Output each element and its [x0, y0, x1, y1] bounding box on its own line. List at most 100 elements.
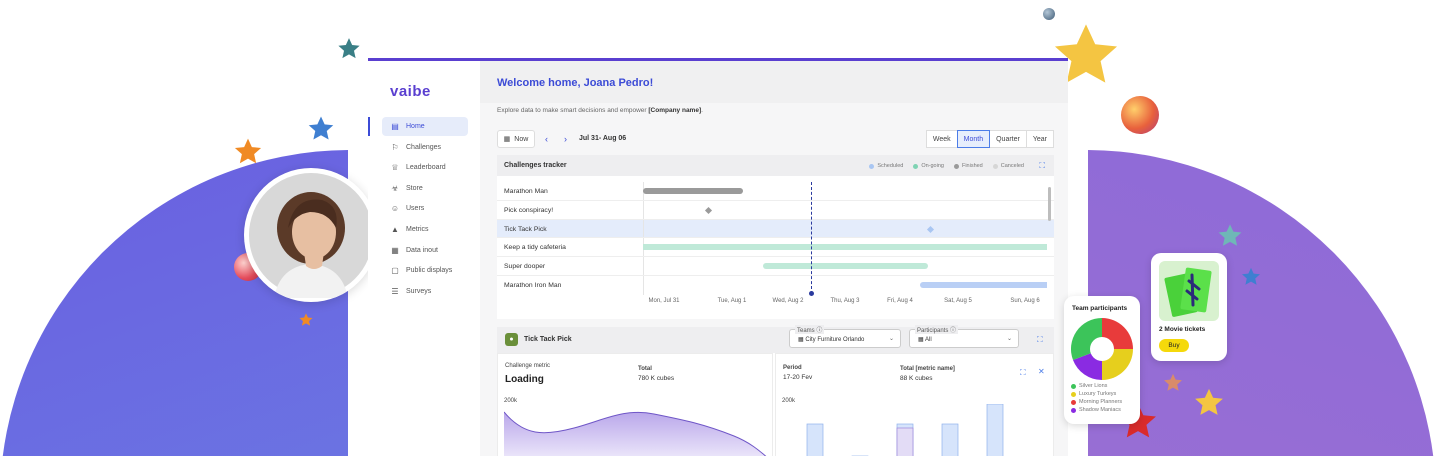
detail-title: Tick Tack Pick	[524, 336, 572, 343]
tracker-row[interactable]: Marathon Iron Man	[497, 275, 1054, 295]
chevron-down-icon: ⌄	[1006, 336, 1012, 342]
sidebar: vaibe ▤ Home ⚐ Challenges ♕ Leaderboard …	[368, 61, 480, 456]
today-marker-dot	[809, 291, 814, 296]
sidebar-item-label: Public displays	[406, 267, 453, 275]
today-marker	[811, 182, 812, 294]
chart-bar[interactable]	[896, 427, 914, 456]
total-label: Total	[638, 366, 652, 372]
subtitle-text: Explore data to make smart decisions and…	[497, 107, 649, 114]
legend-item: Luxury Turkeys	[1071, 390, 1122, 398]
teams-value-text: City Furniture Orlando	[805, 337, 865, 343]
sidebar-item-metrics[interactable]: ▲ Metrics	[382, 220, 468, 239]
sidebar-item-store[interactable]: ☣ Store	[382, 179, 468, 198]
legend-label: Finished	[961, 163, 983, 169]
tracker-date-axis: Mon, Jul 31 Tue, Aug 1 Wed, Aug 2 Thu, A…	[497, 298, 1054, 308]
teams-value: ▦ City Furniture Orlando	[798, 336, 864, 343]
close-icon[interactable]: ✕	[1038, 367, 1045, 376]
date-range: Jul 31- Aug 06	[579, 135, 627, 142]
chart-bar[interactable]	[986, 404, 1004, 456]
buy-button[interactable]: Buy	[1159, 339, 1189, 352]
metric-label: Challenge metric	[505, 363, 551, 369]
now-button[interactable]: ▦ Now	[497, 130, 535, 148]
info-icon: ⓘ	[950, 328, 957, 334]
tracker-rows: Marathon Man Pick conspiracy! Tick Tack …	[497, 182, 1054, 295]
sidebar-item-challenges[interactable]: ⚐ Challenges	[382, 138, 468, 157]
gantt-bar-ongoing[interactable]	[763, 263, 928, 270]
challenges-tracker: Challenges tracker Scheduled On-going Fi…	[497, 155, 1054, 319]
y-axis-top: 200k	[504, 398, 518, 404]
gantt-milestone-scheduled[interactable]	[926, 225, 935, 233]
gantt-bar-finished[interactable]	[643, 188, 743, 194]
movie-ticket-image	[1159, 261, 1219, 321]
teams-caption-text: Teams	[797, 328, 815, 334]
chevron-down-icon: ⌄	[888, 336, 894, 342]
legend-item: Silver Lions	[1071, 382, 1122, 390]
user-avatar	[244, 168, 378, 302]
reward-card: 2 Movie tickets Buy	[1151, 253, 1227, 361]
legend-item: Morning Planners	[1071, 398, 1122, 406]
people-icon: ▦	[918, 337, 924, 343]
period-year[interactable]: Year	[1025, 130, 1054, 148]
period-month[interactable]: Month	[956, 130, 991, 148]
page-subtitle: Explore data to make smart decisions and…	[497, 107, 703, 114]
tracker-row[interactable]: Super dooper	[497, 257, 1054, 276]
tracker-row[interactable]: Pick conspiracy!	[497, 200, 1054, 220]
legend-label: Silver Lions	[1079, 383, 1108, 389]
tracker-row[interactable]: Keep a tidy cafeteria	[497, 238, 1054, 258]
star-decoration-icon	[1242, 267, 1260, 285]
person-flag-icon: ⚐	[391, 142, 399, 152]
sidebar-item-leaderboard[interactable]: ♕ Leaderboard	[382, 158, 468, 177]
sidebar-item-data-input[interactable]: ▦ Data inout	[382, 241, 468, 260]
vaibe-logo[interactable]: vaibe	[390, 83, 431, 100]
app-window: vaibe ▤ Home ⚐ Challenges ♕ Leaderboard …	[368, 58, 1068, 456]
sidebar-nav: ▤ Home ⚐ Challenges ♕ Leaderboard ☣ Stor…	[382, 117, 468, 302]
chevron-right-icon[interactable]: ›	[564, 134, 567, 144]
period-label: Period	[783, 365, 802, 371]
survey-icon: ☰	[391, 286, 399, 296]
gantt-bar-scheduled[interactable]	[920, 281, 1047, 288]
period-quarter[interactable]: Quarter	[989, 130, 1027, 148]
challenge-detail-panel: ● Tick Tack Pick Teams ⓘ ▦ City Furnitur…	[497, 325, 1054, 456]
metric-card: Challenge metric Loading Total 780 K cub…	[497, 353, 773, 456]
participants-caption-text: Participants	[917, 328, 949, 334]
subtitle-end: .	[701, 107, 703, 114]
sidebar-item-label: Leaderboard	[406, 164, 446, 172]
star-decoration-icon	[234, 138, 262, 164]
users-icon: ☺	[390, 204, 400, 214]
expand-icon[interactable]: ⛶	[1039, 161, 1045, 171]
sidebar-item-label: Data inout	[406, 246, 438, 254]
table-icon: ▦	[391, 245, 399, 255]
sidebar-item-users[interactable]: ☺ Users	[382, 199, 468, 218]
teams-select[interactable]: Teams ⓘ ▦ City Furniture Orlando ⌄	[789, 325, 901, 348]
tracker-row[interactable]: Marathon Man	[497, 182, 1054, 201]
date-tick: Mon, Jul 31	[648, 298, 680, 304]
team-participants-card: Team participants Silver Lions Luxury Tu…	[1064, 296, 1140, 424]
gantt-bar-ongoing[interactable]	[643, 244, 1047, 251]
sidebar-item-label: Users	[406, 205, 425, 213]
expand-icon[interactable]: ⛶	[1037, 335, 1043, 345]
marketing-stage: vaibe ▤ Home ⚐ Challenges ♕ Leaderboard …	[0, 0, 1436, 456]
tracker-legend: Scheduled On-going Finished Canceled	[859, 163, 1024, 169]
challenge-name: Super dooper	[504, 263, 546, 271]
tracker-scrollbar[interactable]	[1048, 187, 1051, 221]
chevron-left-icon[interactable]: ‹	[545, 134, 548, 144]
challenge-name: Pick conspiracy!	[504, 206, 554, 214]
page-title: Welcome home, Joana Pedro!	[497, 77, 654, 89]
chart-bar[interactable]	[806, 423, 824, 456]
participants-select[interactable]: Participants ⓘ ▦ All ⌄	[909, 325, 1019, 348]
sidebar-item-home[interactable]: ▤ Home	[382, 117, 468, 136]
chart-bar[interactable]	[941, 423, 959, 456]
tracker-row-selected[interactable]: Tick Tack Pick	[497, 219, 1054, 239]
gantt-milestone-finished[interactable]	[704, 206, 713, 214]
detail-header: ● Tick Tack Pick Teams ⓘ ▦ City Furnitur…	[497, 325, 1054, 353]
period-week[interactable]: Week	[925, 130, 958, 148]
sphere-decoration	[1043, 8, 1055, 20]
building-icon: ▦	[798, 337, 804, 343]
participants-caption: Participants ⓘ	[915, 325, 959, 334]
date-tick: Wed, Aug 2	[772, 298, 804, 304]
sidebar-item-public-displays[interactable]: ▢ Public displays	[382, 261, 468, 280]
sidebar-item-surveys[interactable]: ☰ Surveys	[382, 282, 468, 301]
legend-label: Luxury Turkeys	[1079, 391, 1117, 397]
expand-icon[interactable]: ⛶	[1020, 368, 1026, 378]
legend-label: On-going	[921, 163, 944, 169]
